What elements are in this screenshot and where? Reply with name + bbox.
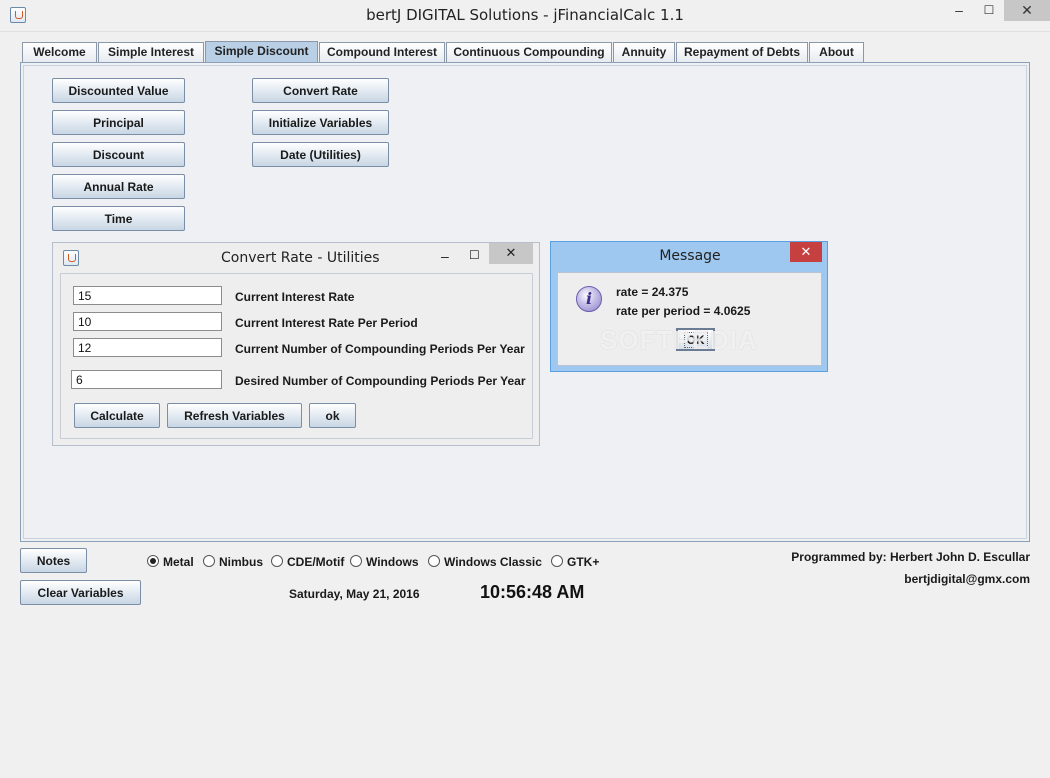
maximize-icon[interactable]: ☐ (974, 0, 1004, 22)
cde-motif-radio[interactable] (271, 555, 283, 567)
desired-periods-label: Desired Number of Compounding Periods Pe… (235, 374, 526, 388)
tab-annuity[interactable]: Annuity (613, 42, 675, 62)
convert-rate-title: Convert Rate - Utilities (221, 250, 380, 266)
calculate-button[interactable]: Calculate (74, 403, 160, 428)
date-utilities-button[interactable]: Date (Utilities) (252, 142, 389, 167)
message-title: Message (659, 248, 721, 264)
refresh-variables-button[interactable]: Refresh Variables (167, 403, 302, 428)
frame-close-button[interactable]: ✕ (489, 243, 533, 264)
tab-simple-discount[interactable]: Simple Discount (205, 41, 318, 63)
windows-classic-radio[interactable] (428, 555, 440, 567)
current-periods-label: Current Number of Compounding Periods Pe… (235, 342, 525, 356)
discounted-value-button[interactable]: Discounted Value (52, 78, 185, 103)
gtk-radio-label: GTK+ (567, 555, 600, 569)
principal-button[interactable]: Principal (52, 110, 185, 135)
window-title: bertJ DIGITAL Solutions - jFinancialCalc… (366, 6, 684, 24)
message-close-button[interactable]: ✕ (790, 242, 822, 262)
desired-periods-field[interactable] (71, 370, 222, 389)
windows-radio-label: Windows (366, 555, 419, 569)
softpedia-watermark: SOFTPEDIA (600, 325, 758, 355)
metal-radio-label: Metal (163, 555, 194, 569)
convert-rate-frame: Convert Rate - Utilities – ☐ ✕ Current I… (52, 242, 540, 446)
convert-rate-body: Current Interest Rate Current Interest R… (60, 273, 533, 439)
current-time: 10:56:48 AM (480, 582, 585, 602)
clear-variables-button[interactable]: Clear Variables (20, 580, 141, 605)
current-interest-rate-field[interactable] (73, 286, 222, 305)
windows-classic-radio-label: Windows Classic (444, 555, 542, 569)
time-button[interactable]: Time (52, 206, 185, 231)
current-date: Saturday, May 21, 2016 (289, 587, 420, 601)
discount-button[interactable]: Discount (52, 142, 185, 167)
rate-result-text: rate = 24.375 (616, 285, 689, 299)
frame-minimize-icon[interactable]: – (441, 248, 449, 264)
tab-simple-interest[interactable]: Simple Interest (98, 42, 204, 62)
info-icon: i (576, 286, 602, 312)
gtk-radio[interactable] (551, 555, 563, 567)
initialize-variables-button[interactable]: Initialize Variables (252, 110, 389, 135)
cde-motif-radio-label: CDE/Motif (287, 555, 345, 569)
notes-button[interactable]: Notes (20, 548, 87, 573)
nimbus-radio-label: Nimbus (219, 555, 264, 569)
current-periods-field[interactable] (73, 338, 222, 357)
minimize-icon[interactable]: – (944, 0, 974, 22)
convert-rate-title-bar[interactable]: Convert Rate - Utilities – ☐ ✕ (53, 243, 539, 271)
current-interest-rate-label: Current Interest Rate (235, 290, 355, 304)
nimbus-radio[interactable] (203, 555, 215, 567)
java-frame-icon (63, 250, 79, 266)
rate-per-period-field[interactable] (73, 312, 222, 331)
tab-compound-interest[interactable]: Compound Interest (319, 42, 445, 62)
annual-rate-button[interactable]: Annual Rate (52, 174, 185, 199)
metal-radio[interactable] (147, 555, 159, 567)
convert-rate-button[interactable]: Convert Rate (252, 78, 389, 103)
tab-repayment-of-debts[interactable]: Repayment of Debts (676, 42, 808, 62)
windows-radio[interactable] (350, 555, 362, 567)
window-title-bar: bertJ DIGITAL Solutions - jFinancialCalc… (0, 0, 1050, 32)
tab-continuous-compounding[interactable]: Continuous Compounding (446, 42, 612, 62)
frame-maximize-icon[interactable]: ☐ (469, 248, 480, 262)
ok-button[interactable]: ok (309, 403, 356, 428)
rate-per-period-label: Current Interest Rate Per Period (235, 316, 418, 330)
close-window-button[interactable]: ✕ (1004, 0, 1050, 21)
tab-about[interactable]: About (809, 42, 864, 62)
programmer-credit: Programmed by: Herbert John D. Escullar (791, 550, 1030, 564)
tab-welcome[interactable]: Welcome (22, 42, 97, 62)
programmer-email: bertjdigital@gmx.com (904, 572, 1030, 586)
rate-per-period-result-text: rate per period = 4.0625 (616, 304, 751, 318)
